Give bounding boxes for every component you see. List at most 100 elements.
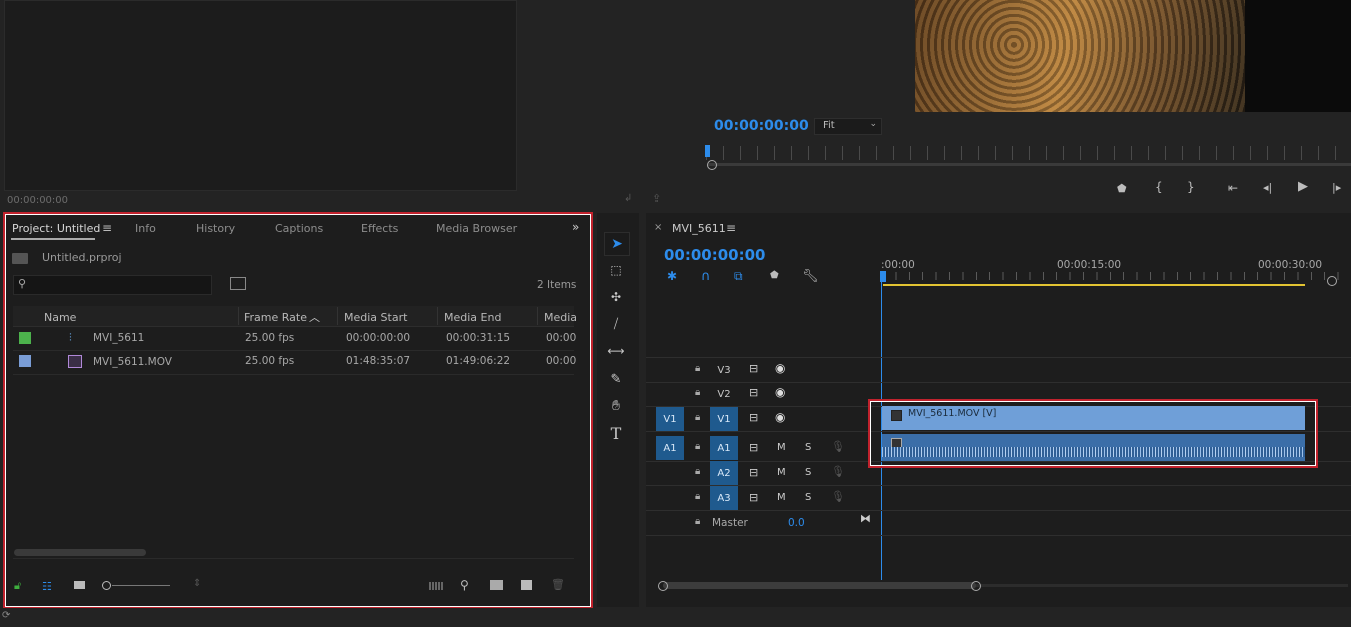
trash-icon[interactable]: 🗑︎	[551, 578, 565, 591]
sort-icon[interactable]: ⇕	[193, 578, 201, 589]
lock-icon[interactable]: 🔒︎	[695, 363, 700, 374]
add-marker-icon[interactable]: ⬟	[770, 270, 779, 281]
label-color-swatch[interactable]	[19, 332, 31, 344]
type-tool-icon[interactable]: T	[604, 422, 628, 444]
track-target-v2[interactable]: V2	[710, 383, 738, 405]
eye-icon[interactable]: ◉	[775, 361, 785, 375]
go-to-in-icon[interactable]: ⇤	[1228, 181, 1238, 195]
column-media-end[interactable]: Media End	[444, 311, 501, 324]
work-area-bar[interactable]	[883, 284, 1305, 286]
mark-out-icon[interactable]: }	[1187, 180, 1195, 194]
hand-tool-icon[interactable]: ✋︎	[604, 395, 628, 417]
sync-lock-icon[interactable]: ⊟	[749, 411, 758, 424]
eye-icon[interactable]: ◉	[775, 410, 785, 424]
tab-captions[interactable]: Captions	[275, 222, 323, 235]
solo-button[interactable]: S	[805, 492, 811, 503]
column-media[interactable]: Media	[544, 311, 577, 324]
program-scroll-track[interactable]	[708, 163, 1351, 166]
column-frame-rate[interactable]: Frame Rate	[244, 311, 307, 324]
play-icon[interactable]: ▶	[1298, 179, 1308, 194]
timeline-menu-icon[interactable]: ≡	[726, 221, 736, 235]
lock-icon[interactable]: 🔒︎	[695, 466, 700, 477]
mark-in-icon[interactable]: {	[1155, 180, 1163, 194]
solo-button[interactable]: S	[805, 442, 811, 453]
sync-lock-icon[interactable]: ⊟	[749, 362, 758, 375]
track-target-a2[interactable]: A2	[710, 461, 738, 485]
microphone-icon[interactable]: 🎙︎	[831, 465, 845, 478]
lock-icon[interactable]: 🔒︎	[695, 441, 700, 452]
automate-to-sequence-icon[interactable]	[429, 582, 443, 590]
sequence-tab[interactable]: MVI_5611	[672, 222, 726, 235]
horizontal-scrollbar[interactable]	[14, 549, 146, 556]
zoom-slider-handle[interactable]	[102, 581, 111, 590]
sync-lock-icon[interactable]: ⊟	[749, 491, 758, 504]
lock-icon[interactable]: 🔒︎	[695, 516, 700, 527]
lock-icon[interactable]: 🔒︎	[695, 412, 700, 423]
search-input[interactable]: ⚲	[13, 275, 212, 295]
program-mini-ruler[interactable]	[706, 146, 1351, 160]
tab-project[interactable]: Project: Untitled	[12, 222, 100, 235]
scroll-left-handle[interactable]	[658, 581, 668, 591]
program-playhead[interactable]	[705, 145, 710, 157]
table-row[interactable]: MVI_5611.MOV 25.00 fps 01:48:35:07 01:49…	[13, 351, 576, 375]
label-color-swatch[interactable]	[19, 355, 31, 367]
solo-button[interactable]: S	[805, 467, 811, 478]
selection-tool-icon[interactable]: ➤	[604, 232, 630, 256]
new-item-icon[interactable]	[521, 580, 532, 590]
panel-overflow-icon[interactable]: »	[572, 220, 579, 234]
panel-menu-icon[interactable]: ≡	[102, 221, 112, 235]
source-patch-a1[interactable]: A1	[656, 436, 684, 460]
zoom-slider-track[interactable]	[112, 585, 170, 586]
lock-icon[interactable]: 🔒︎	[695, 387, 700, 398]
eye-icon[interactable]: ◉	[775, 385, 785, 399]
lock-icon[interactable]: 🔒︎	[695, 491, 700, 502]
column-name[interactable]: Name	[44, 311, 76, 324]
mute-button[interactable]: M	[777, 442, 786, 453]
sync-lock-icon[interactable]: ⊟	[749, 441, 758, 454]
tab-media-browser[interactable]: Media Browser	[436, 222, 517, 235]
close-icon[interactable]: ×	[654, 222, 662, 233]
track-target-v1[interactable]: V1	[710, 407, 738, 431]
list-view-icon[interactable]: ☷	[42, 580, 52, 593]
track-target-a3[interactable]: A3	[710, 486, 738, 510]
lock-icon[interactable]: 🔓︎	[14, 579, 21, 593]
new-search-bin-icon[interactable]	[230, 277, 246, 290]
track-select-tool-icon[interactable]: ⬚	[604, 259, 628, 281]
time-ruler-ticks[interactable]	[882, 272, 1351, 280]
table-row[interactable]: ⫶ MVI_5611 25.00 fps 00:00:00:00 00:00:3…	[13, 327, 576, 351]
track-target-a1[interactable]: A1	[710, 436, 738, 460]
step-forward-icon[interactable]: |▸	[1332, 181, 1341, 194]
zoom-select[interactable]: Fit ⌄	[814, 118, 882, 135]
microphone-icon[interactable]: 🎙︎	[831, 440, 845, 453]
ruler-scroll-handle[interactable]	[1327, 276, 1337, 286]
linked-selection-icon[interactable]: ⧉	[734, 269, 743, 284]
source-patch-v1[interactable]: V1	[656, 407, 684, 431]
tab-history[interactable]: History	[196, 222, 235, 235]
master-value[interactable]: 0.0	[788, 517, 805, 529]
razor-tool-icon[interactable]: ⧸	[604, 313, 628, 335]
slip-tool-icon[interactable]: ⟷	[604, 340, 628, 362]
microphone-icon[interactable]: 🎙︎	[831, 490, 845, 503]
find-icon[interactable]: ⚲	[460, 578, 469, 592]
mute-button[interactable]: M	[777, 492, 786, 503]
step-back-icon[interactable]: ◂|	[1263, 181, 1272, 194]
tab-effects[interactable]: Effects	[361, 222, 398, 235]
program-timecode[interactable]: 00:00:00:00	[714, 118, 809, 134]
timeline-timecode[interactable]: 00:00:00:00	[664, 246, 766, 264]
nest-icon[interactable]: ✱	[667, 269, 677, 283]
add-marker-icon[interactable]: ⬟	[1117, 182, 1127, 195]
snap-icon[interactable]: ∩	[701, 269, 711, 284]
go-to-edit-icon[interactable]: ⧓	[860, 512, 871, 525]
sync-lock-icon[interactable]: ⊟	[749, 386, 758, 399]
export-frame-icon[interactable]: ⇪	[652, 192, 668, 206]
tab-info[interactable]: Info	[135, 222, 156, 235]
column-media-start[interactable]: Media Start	[344, 311, 407, 324]
timeline-scroll-thumb[interactable]	[663, 582, 976, 589]
track-target-v3[interactable]: V3	[710, 359, 738, 381]
sync-lock-icon[interactable]: ⊟	[749, 466, 758, 479]
icon-view-icon[interactable]	[74, 581, 85, 589]
insert-icon[interactable]: ↲	[624, 193, 640, 207]
ripple-edit-tool-icon[interactable]: ✣	[604, 286, 628, 308]
wrench-icon[interactable]: 🔧︎	[802, 269, 819, 284]
scroll-right-handle[interactable]	[971, 581, 981, 591]
